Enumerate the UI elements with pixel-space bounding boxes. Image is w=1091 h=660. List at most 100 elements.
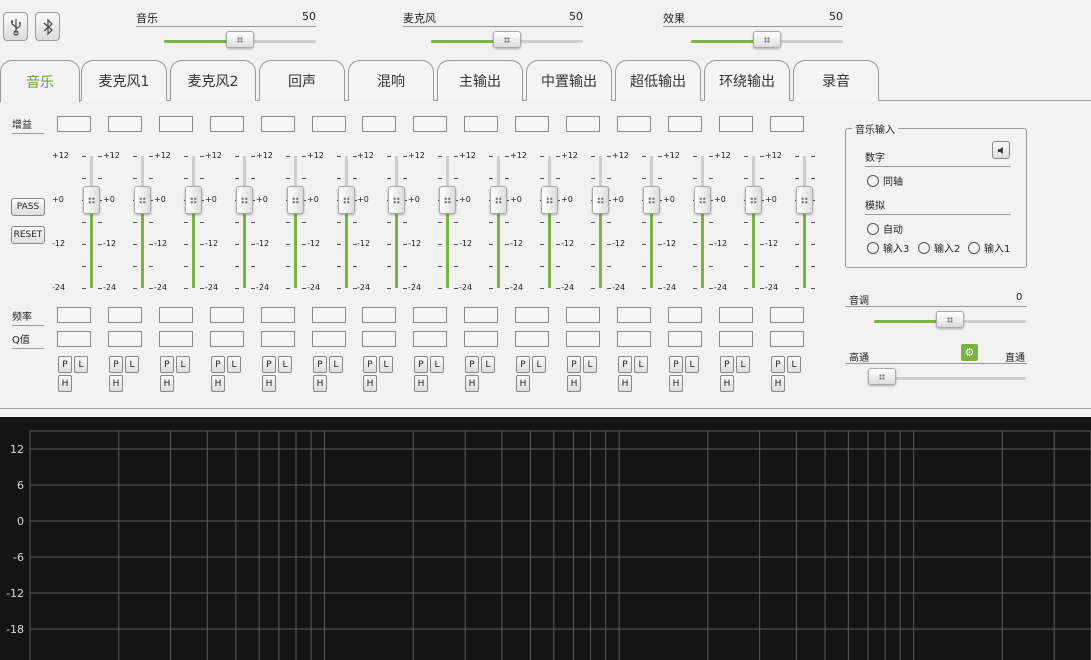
filter-peak-button[interactable]: P: [211, 356, 225, 373]
q-input[interactable]: [566, 331, 600, 347]
gain-input[interactable]: [312, 116, 346, 132]
freq-input[interactable]: [770, 307, 804, 323]
filter-lowshelf-button[interactable]: L: [532, 356, 546, 373]
eq-fader[interactable]: +12 +0 -12 -24: [561, 150, 611, 292]
bluetooth-button[interactable]: [35, 12, 60, 41]
frequency-response-graph[interactable]: 12 6 0 -6 -12 -18: [0, 417, 1091, 660]
fader-thumb[interactable]: [388, 186, 405, 214]
fader-thumb[interactable]: [185, 186, 202, 214]
filter-highshelf-button[interactable]: H: [211, 375, 225, 392]
input2-radio[interactable]: 输入2: [918, 240, 960, 255]
filter-peak-button[interactable]: P: [567, 356, 581, 373]
filter-lowshelf-button[interactable]: L: [736, 356, 750, 373]
filter-lowshelf-button[interactable]: L: [329, 356, 343, 373]
fader-thumb[interactable]: [796, 186, 813, 214]
tab-1[interactable]: 音乐: [0, 60, 80, 102]
eq-fader[interactable]: +12 +0 -12 -24: [612, 150, 662, 292]
graph-canvas[interactable]: 12 6 0 -6 -12 -18: [0, 417, 1091, 660]
filter-highshelf-button[interactable]: H: [363, 375, 377, 392]
q-input[interactable]: [719, 331, 753, 347]
filter-highshelf-button[interactable]: H: [618, 375, 632, 392]
filter-peak-button[interactable]: P: [618, 356, 632, 373]
q-input[interactable]: [413, 331, 447, 347]
filter-lowshelf-button[interactable]: L: [583, 356, 597, 373]
input3-radio[interactable]: 输入3: [867, 240, 909, 255]
filter-peak-button[interactable]: P: [363, 356, 377, 373]
tab-8[interactable]: 超低输出: [615, 60, 701, 101]
filter-lowshelf-button[interactable]: L: [278, 356, 292, 373]
filter-peak-button[interactable]: P: [771, 356, 785, 373]
gain-input[interactable]: [719, 116, 753, 132]
q-input[interactable]: [57, 331, 91, 347]
freq-input[interactable]: [108, 307, 142, 323]
filter-lowshelf-button[interactable]: L: [430, 356, 444, 373]
filter-lowshelf-button[interactable]: L: [74, 356, 88, 373]
filter-peak-button[interactable]: P: [160, 356, 174, 373]
tab-4[interactable]: 回声: [259, 60, 345, 101]
eq-fader[interactable]: +12 +0 -12 -24: [714, 150, 764, 292]
fader-thumb[interactable]: [338, 186, 355, 214]
filter-lowshelf-button[interactable]: L: [125, 356, 139, 373]
effect-volume-thumb[interactable]: [753, 31, 781, 48]
filter-peak-button[interactable]: P: [109, 356, 123, 373]
eq-fader[interactable]: +12 +0 -12 -24: [52, 150, 102, 292]
gain-input[interactable]: [413, 116, 447, 132]
fader-thumb[interactable]: [643, 186, 660, 214]
q-input[interactable]: [108, 331, 142, 347]
filter-highshelf-button[interactable]: H: [262, 375, 276, 392]
freq-input[interactable]: [57, 307, 91, 323]
q-input[interactable]: [312, 331, 346, 347]
crossover-thumb[interactable]: [868, 368, 896, 385]
tab-7[interactable]: 中置输出: [526, 60, 612, 101]
q-input[interactable]: [210, 331, 244, 347]
gain-input[interactable]: [261, 116, 295, 132]
gain-input[interactable]: [464, 116, 498, 132]
eq-fader[interactable]: +12 +0 -12 -24: [663, 150, 713, 292]
music-volume-thumb[interactable]: [226, 31, 254, 48]
freq-input[interactable]: [312, 307, 346, 323]
gain-input[interactable]: [566, 116, 600, 132]
pass-button[interactable]: PASS: [11, 198, 45, 216]
q-input[interactable]: [159, 331, 193, 347]
filter-highshelf-button[interactable]: H: [567, 375, 581, 392]
filter-peak-button[interactable]: P: [669, 356, 683, 373]
q-input[interactable]: [770, 331, 804, 347]
gain-input[interactable]: [210, 116, 244, 132]
gain-input[interactable]: [515, 116, 549, 132]
fader-thumb[interactable]: [745, 186, 762, 214]
freq-input[interactable]: [210, 307, 244, 323]
gain-input[interactable]: [362, 116, 396, 132]
filter-highshelf-button[interactable]: H: [160, 375, 174, 392]
filter-lowshelf-button[interactable]: L: [787, 356, 801, 373]
filter-lowshelf-button[interactable]: L: [685, 356, 699, 373]
eq-fader[interactable]: +12 +0 -12 -24: [307, 150, 357, 292]
filter-highshelf-button[interactable]: H: [465, 375, 479, 392]
q-input[interactable]: [362, 331, 396, 347]
fader-thumb[interactable]: [490, 186, 507, 214]
fader-thumb[interactable]: [439, 186, 456, 214]
fader-thumb[interactable]: [83, 186, 100, 214]
freq-input[interactable]: [515, 307, 549, 323]
eq-fader[interactable]: +12 +0 -12 -24: [459, 150, 509, 292]
eq-fader[interactable]: +12 +0 -12 -24: [510, 150, 560, 292]
filter-lowshelf-button[interactable]: L: [227, 356, 241, 373]
reset-button[interactable]: RESET: [11, 226, 45, 244]
freq-input[interactable]: [362, 307, 396, 323]
tab-5[interactable]: 混响: [348, 60, 434, 101]
filter-lowshelf-button[interactable]: L: [481, 356, 495, 373]
freq-input[interactable]: [413, 307, 447, 323]
filter-peak-button[interactable]: P: [58, 356, 72, 373]
eq-fader[interactable]: +12 +0 -12 -24: [103, 150, 153, 292]
tab-3[interactable]: 麦克风2: [170, 60, 256, 101]
crossover-track[interactable]: [874, 377, 1026, 380]
tab-6[interactable]: 主输出: [437, 60, 523, 101]
freq-input[interactable]: [566, 307, 600, 323]
coax-radio[interactable]: 同轴: [867, 173, 903, 188]
filter-highshelf-button[interactable]: H: [109, 375, 123, 392]
filter-highshelf-button[interactable]: H: [414, 375, 428, 392]
tone-thumb[interactable]: [936, 311, 964, 328]
freq-input[interactable]: [159, 307, 193, 323]
gain-input[interactable]: [668, 116, 702, 132]
filter-peak-button[interactable]: P: [313, 356, 327, 373]
filter-highshelf-button[interactable]: H: [313, 375, 327, 392]
